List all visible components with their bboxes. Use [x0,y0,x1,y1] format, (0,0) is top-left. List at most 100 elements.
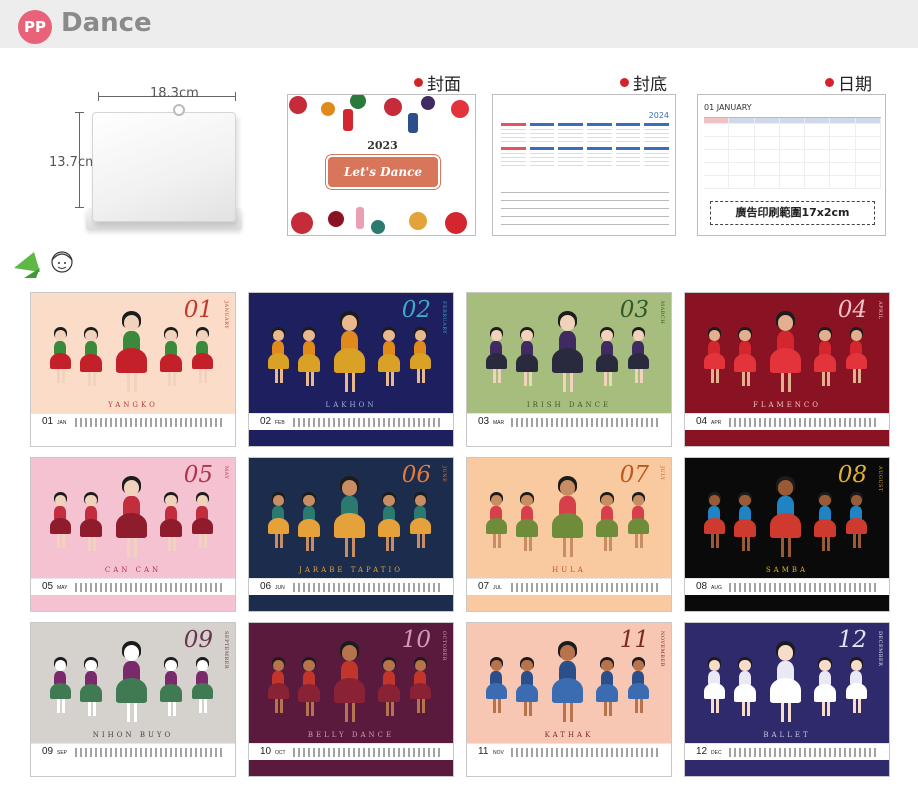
month-number: 07 [619,462,649,488]
dance-name: BALLET [763,731,811,739]
dancer-figure [627,492,650,552]
dancer-figure [769,311,802,399]
calendar-strip: 07 JUL [467,578,671,595]
dance-name: NIHON BUYO [92,731,174,739]
month-side-label: JULY [659,466,665,481]
month-side-label: MARCH [659,301,665,325]
calendar-strip: 04 APR [685,413,889,430]
calendar-month-number: 12 [696,746,708,757]
ad-print-area: 廣告印刷範圍17x2cm [710,201,875,225]
back-preview: 2024 [492,94,676,236]
month-artwork: 08 AUGUST SAMBA [685,458,889,578]
month-number: 01 [183,297,213,323]
flower-border-top [289,95,469,133]
dancer-figure [733,657,757,721]
calendar-day-row [511,418,661,427]
card-footer [31,430,235,446]
month-card-04: 04 APRIL FLAMENCO 04 APR [684,292,890,447]
date-month-grid [704,117,881,189]
back-year: 2024 [648,111,669,120]
dancer-figure [813,327,837,391]
month-number: 10 [401,627,431,653]
month-number: 04 [837,297,867,323]
calendar-month-number: 10 [260,746,272,757]
dancer-figure [485,492,508,552]
month-artwork: 11 NOVEMBER KATHAK [467,623,671,743]
calendar-strip: 10 OCT [249,743,453,760]
month-side-label: JUNE [441,466,447,483]
calendar-strip: 02 FEB [249,413,453,430]
dancer-figure [79,657,103,721]
calendar-month-abbr: OCT [275,750,286,756]
cover-title: Let's Dance [343,165,423,179]
dancer-figure [703,492,726,552]
dancer-figure [79,492,103,556]
card-footer [31,595,235,611]
dancer-figure [551,476,584,564]
dancer-figure [191,327,214,387]
dancer-figure [595,327,619,391]
dancer-figure [627,657,650,717]
month-side-label: APRIL [877,301,883,320]
month-card-05: 05 MAY CAN CAN 05 MAY [30,457,236,612]
dancer-figure [267,657,290,717]
month-artwork: 01 JANUARY YANGKO [31,293,235,413]
month-artwork: 06 JUNE JARABE TAPATIO [249,458,453,578]
dancer-figure [595,657,619,721]
calendar-day-row [511,748,661,757]
dancer-figure [515,657,539,721]
width-label: 18.3cm [150,86,199,101]
dancer-figure [333,476,366,564]
card-footer [467,430,671,446]
calendar-month-abbr: MAR [493,420,505,426]
card-footer [249,595,453,611]
dancer-figure [115,476,148,564]
card-footer [467,595,671,611]
dancer-figure [551,311,584,399]
dancer-figure [515,492,539,556]
date-label: 日期 [825,70,872,95]
dancer-figure [409,492,432,552]
month-artwork: 09 SEPTEMBER NIHON BUYO [31,623,235,743]
calendar-month-abbr: AUG [711,585,722,591]
dancer-figure [733,492,757,556]
dancer-figure [191,657,214,717]
calendar-day-row [75,418,225,427]
back-label: 封底 [620,70,667,95]
card-footer [467,760,671,776]
dance-name: KATHAK [544,731,594,739]
dancer-figure [333,641,366,729]
card-footer [249,760,453,776]
dancer-figure [49,327,72,387]
dancer-figure [267,327,290,387]
dancer-figure [485,327,508,387]
dancer-figure [49,657,72,717]
month-card-09: 09 SEPTEMBER NIHON BUYO 09 SEP [30,622,236,777]
dancer-figure [595,492,619,556]
dance-name: LAKHON [325,401,377,409]
calendar-month-abbr: FEB [275,420,285,426]
card-footer [685,595,889,611]
calendar-strip: 12 DEC [685,743,889,760]
dancer-figure [703,327,726,387]
calendar-strip: 08 AUG [685,578,889,595]
dance-name: BELLY DANCE [307,731,395,739]
dancer-figure [333,311,366,399]
cover-label: 封面 [414,70,461,95]
month-card-08: 08 AUGUST SAMBA 08 AUG [684,457,890,612]
dancer-figure [813,657,837,721]
calendar-month-abbr: JUN [275,585,285,591]
dancer-figure [733,327,757,391]
calendar-month-abbr: JAN [57,420,67,426]
dancer-figure [377,657,401,721]
card-footer [31,760,235,776]
calendar-month-abbr: JUL [493,585,502,591]
month-number: 05 [183,462,213,488]
calendar-month-number: 02 [260,416,272,427]
header-bar: PP Dance [0,0,918,48]
month-number: 11 [619,627,649,653]
dancer-figure [551,641,584,729]
month-side-label: SEPTEMBER [223,631,229,670]
calendar-day-row [293,583,443,592]
calendar-day-row [729,748,879,757]
